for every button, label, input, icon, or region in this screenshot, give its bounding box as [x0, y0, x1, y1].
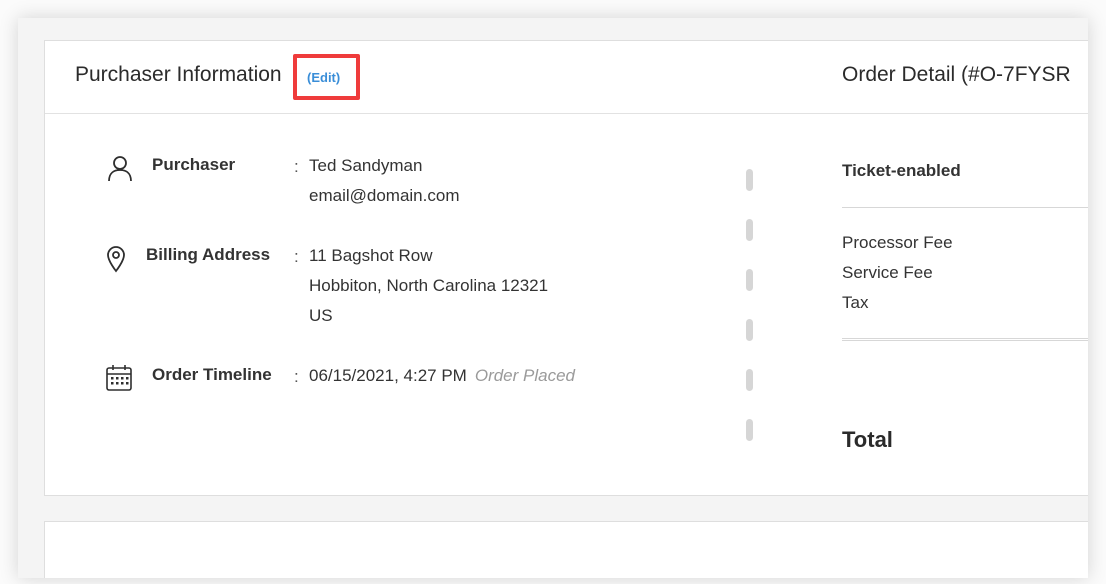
service-fee-label: Service Fee [842, 263, 933, 282]
detail-divider-top [842, 207, 1088, 208]
order-timeline-entry: 06/15/2021, 4:27 PM Order Placed [309, 361, 575, 391]
calendar-icon [105, 364, 135, 394]
order-timeline-label: Order Timeline [152, 365, 272, 384]
purchaser-label: Purchaser [152, 155, 236, 174]
divider-dash [746, 419, 753, 441]
next-card [44, 521, 1088, 578]
purchaser-name: Ted Sandyman [309, 156, 423, 175]
total-label: Total [842, 427, 893, 452]
purchaser-row: Purchaser : Ted Sandyman email@domain.co… [45, 151, 745, 221]
order-timeline-datetime: 06/15/2021, 4:27 PM [309, 366, 467, 385]
processor-fee-label: Processor Fee [842, 233, 953, 252]
billing-address-row: Billing Address : 11 Bagshot Row Hobbito… [45, 241, 745, 341]
detail-divider-bottom [842, 338, 1088, 341]
billing-address-line3: US [309, 306, 333, 325]
divider-dash [746, 319, 753, 341]
divider-dash [746, 269, 753, 291]
billing-address-label: Billing Address [146, 245, 271, 264]
location-pin-icon [105, 244, 135, 274]
edit-highlight-box: (Edit) [293, 54, 360, 100]
person-icon [105, 154, 135, 184]
page-frame: Purchaser Information (Edit) Order Detai… [18, 18, 1088, 578]
order-timeline-status: Order Placed [474, 366, 576, 385]
purchaser-email: email@domain.com [309, 186, 460, 205]
purchaser-information-title: Purchaser Information [75, 63, 282, 86]
ticket-enabled-label: Ticket-enabled [842, 161, 961, 180]
billing-separator: : [294, 247, 299, 266]
billing-address-line2: Hobbiton, North Carolina 12321 [309, 276, 549, 295]
billing-address-line1: 11 Bagshot Row [309, 246, 433, 265]
tax-label: Tax [842, 293, 869, 312]
order-card: Purchaser Information (Edit) Order Detai… [44, 40, 1088, 496]
purchaser-separator: : [294, 157, 299, 176]
order-timeline-row: Order Timeline : 06/15/2021, 4:27 PM Orde… [45, 361, 745, 401]
edit-purchaser-link[interactable]: (Edit) [307, 70, 340, 85]
order-detail-title: Order Detail (#O-7FYSR [842, 63, 1071, 86]
divider-dash [746, 369, 753, 391]
card-header: Purchaser Information (Edit) Order Detai… [45, 41, 1088, 114]
divider-dash [746, 219, 753, 241]
timeline-separator: : [294, 367, 299, 386]
screenshot-stage: Purchaser Information (Edit) Order Detai… [0, 0, 1106, 584]
divider-dash [746, 169, 753, 191]
